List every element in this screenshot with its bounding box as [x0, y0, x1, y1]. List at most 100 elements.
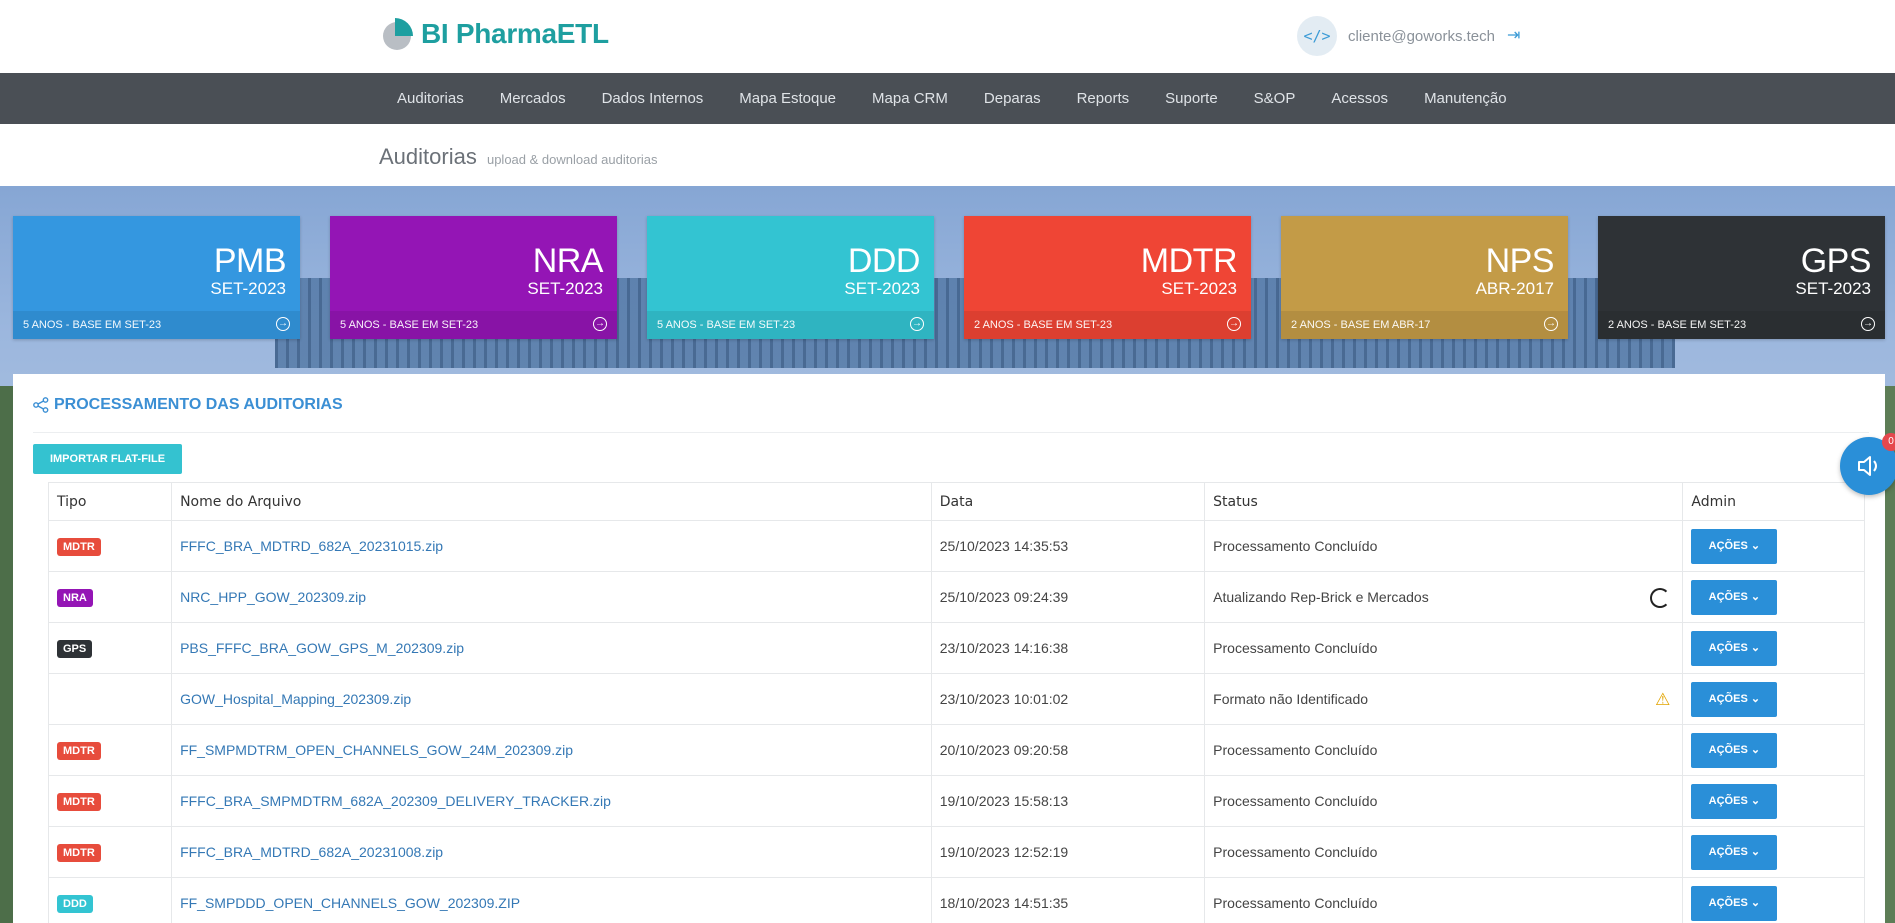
arrow-right-icon[interactable]: → — [276, 317, 290, 331]
cell-status: Processamento Concluído — [1204, 775, 1684, 827]
card-footer: 5 ANOS - BASE EM SET-23 → — [330, 311, 617, 339]
panel-title: PROCESSAMENTO DAS AUDITORIAS — [33, 396, 343, 414]
arrow-right-icon[interactable]: → — [1861, 317, 1875, 331]
audit-card-gps[interactable]: GPS SET-2023 2 ANOS - BASE EM SET-23 → — [1598, 216, 1885, 339]
card-footer-text: 2 ANOS - BASE EM SET-23 — [1608, 319, 1747, 331]
card-footer: 2 ANOS - BASE EM SET-23 → — [964, 311, 1251, 339]
nav-item-mapa-estoque[interactable]: Mapa Estoque — [721, 73, 854, 124]
type-badge: GPS — [57, 639, 93, 658]
chevron-down-icon: ⌄ — [1750, 539, 1761, 552]
arrow-right-icon[interactable]: → — [1227, 317, 1241, 331]
table-row: MDTR FFFC_BRA_MDTRD_682A_20231015.zip 25/1… — [47, 520, 1865, 572]
card-footer-text: 5 ANOS - BASE EM SET-23 — [340, 319, 479, 331]
tree-left — [0, 386, 14, 923]
audit-card-pmb[interactable]: PMB SET-2023 5 ANOS - BASE EM SET-23 → — [13, 216, 300, 339]
type-badge: MDTR — [57, 537, 101, 556]
nav-item-mercados[interactable]: Mercados — [482, 73, 584, 124]
file-link[interactable]: PBS_FFFC_BRA_GOW_GPS_M_202309.zip — [171, 622, 932, 674]
actions-dropdown-button[interactable]: AÇÕES ⌄ — [1691, 630, 1778, 666]
cell-admin: AÇÕES ⌄ — [1682, 826, 1865, 878]
card-footer: 2 ANOS - BASE EM ABR-17 → — [1281, 311, 1568, 339]
cell-date: 19/10/2023 15:58:13 — [930, 775, 1206, 827]
status-text: Processamento Concluído — [1213, 895, 1378, 911]
actions-dropdown-button[interactable]: AÇÕES ⌄ — [1691, 528, 1778, 564]
cell-tipo — [47, 673, 173, 725]
nav-item-dados-internos[interactable]: Dados Internos — [584, 73, 722, 124]
cell-tipo: DDD — [47, 877, 173, 923]
audit-card-mdtr[interactable]: MDTR SET-2023 2 ANOS - BASE EM SET-23 → — [964, 216, 1251, 339]
page-title-text: Auditorias — [379, 144, 477, 169]
chevron-down-icon: ⌄ — [1750, 590, 1761, 603]
nav-item-s-op[interactable]: S&OP — [1236, 73, 1314, 124]
table-row: NRA NRC_HPP_GOW_202309.zip 25/10/2023 09:2… — [47, 571, 1865, 623]
cell-tipo: NRA — [47, 571, 173, 623]
type-badge: DDD — [57, 894, 93, 913]
nav-item-reports[interactable]: Reports — [1059, 73, 1148, 124]
actions-dropdown-button[interactable]: AÇÕES ⌄ — [1691, 783, 1778, 819]
nav-item-suporte[interactable]: Suporte — [1147, 73, 1236, 124]
cell-status: Formato não Identificado ⚠ — [1204, 673, 1684, 725]
file-link[interactable]: FFFC_BRA_MDTRD_682A_20231015.zip — [171, 520, 932, 572]
logout-icon[interactable]: ⇥ — [1507, 28, 1523, 44]
actions-dropdown-button[interactable]: AÇÕES ⌄ — [1691, 834, 1778, 870]
actions-label: AÇÕES — [1708, 743, 1748, 756]
logo-icon — [383, 18, 415, 50]
top-header: BI PharmaETL </> cliente@goworks.tech ⇥ — [0, 0, 1895, 73]
card-date: SET-2023 — [844, 279, 920, 298]
actions-label: AÇÕES — [1708, 539, 1748, 552]
file-link[interactable]: FFFC_BRA_SMPMDTRM_682A_202309_DELIVERY_T… — [171, 775, 932, 827]
actions-dropdown-button[interactable]: AÇÕES ⌄ — [1691, 732, 1778, 768]
audit-card-ddd[interactable]: DDD SET-2023 5 ANOS - BASE EM SET-23 → — [647, 216, 934, 339]
card-code: MDTR — [1140, 242, 1238, 280]
loading-spinner-icon — [1650, 588, 1671, 608]
warning-icon: ⚠ — [1655, 690, 1671, 709]
audit-card-nra[interactable]: NRA SET-2023 5 ANOS - BASE EM SET-23 → — [330, 216, 617, 339]
card-code: DDD — [847, 242, 921, 280]
actions-dropdown-button[interactable]: AÇÕES ⌄ — [1691, 681, 1778, 717]
card-footer: 5 ANOS - BASE EM SET-23 → — [13, 311, 300, 339]
nav-item-manuten-o[interactable]: Manutenção — [1406, 73, 1525, 124]
actions-dropdown-button[interactable]: AÇÕES ⌄ — [1691, 579, 1778, 615]
cell-tipo: MDTR — [47, 520, 173, 572]
status-text: Processamento Concluído — [1213, 742, 1378, 758]
processing-panel: PROCESSAMENTO DAS AUDITORIAS IMPORTAR FL… — [13, 374, 1885, 923]
cell-admin: AÇÕES ⌄ — [1682, 775, 1865, 827]
actions-label: AÇÕES — [1708, 641, 1748, 654]
file-link[interactable]: FFFC_BRA_MDTRD_682A_20231008.zip — [171, 826, 932, 878]
cell-status: Processamento Concluído — [1204, 826, 1684, 878]
arrow-right-icon[interactable]: → — [593, 317, 607, 331]
nav-item-acessos[interactable]: Acessos — [1313, 73, 1406, 124]
arrow-right-icon[interactable]: → — [1544, 317, 1558, 331]
cell-admin: AÇÕES ⌄ — [1682, 520, 1865, 572]
arrow-right-icon[interactable]: → — [910, 317, 924, 331]
file-link[interactable]: GOW_Hospital_Mapping_202309.zip — [171, 673, 932, 725]
cell-date: 18/10/2023 14:51:35 — [930, 877, 1206, 923]
file-link[interactable]: FF_SMPMDTRM_OPEN_CHANNELS_GOW_24M_202309… — [171, 724, 932, 776]
code-icon[interactable]: </> — [1297, 16, 1337, 56]
cell-admin: AÇÕES ⌄ — [1682, 571, 1865, 623]
app-logo[interactable]: BI PharmaETL — [383, 18, 609, 50]
cell-tipo: GPS — [47, 622, 173, 674]
card-footer: 2 ANOS - BASE EM SET-23 → — [1598, 311, 1885, 339]
column-header-status: Status — [1204, 482, 1684, 521]
actions-label: AÇÕES — [1708, 845, 1748, 858]
audit-card-nps[interactable]: NPS ABR-2017 2 ANOS - BASE EM ABR-17 → — [1281, 216, 1568, 339]
page-subtitle: upload & download auditorias — [486, 152, 658, 167]
file-link[interactable]: FF_SMPDDD_OPEN_CHANNELS_GOW_202309.ZIP — [171, 877, 932, 923]
cell-admin: AÇÕES ⌄ — [1682, 724, 1865, 776]
nav-item-auditorias[interactable]: Auditorias — [379, 73, 482, 124]
actions-label: AÇÕES — [1708, 794, 1748, 807]
import-flat-file-button[interactable]: IMPORTAR FLAT-FILE — [33, 444, 182, 474]
cell-admin: AÇÕES ⌄ — [1682, 622, 1865, 674]
actions-dropdown-button[interactable]: AÇÕES ⌄ — [1691, 885, 1778, 921]
card-date: SET-2023 — [1161, 279, 1237, 298]
type-badge: NRA — [57, 588, 93, 607]
cell-tipo: MDTR — [47, 826, 173, 878]
nav-item-deparas[interactable]: Deparas — [966, 73, 1059, 124]
table-row: MDTR FFFC_BRA_SMPMDTRM_682A_202309_DELIVE… — [47, 775, 1865, 827]
cell-tipo: MDTR — [47, 724, 173, 776]
nav-item-mapa-crm[interactable]: Mapa CRM — [854, 73, 966, 124]
file-link[interactable]: NRC_HPP_GOW_202309.zip — [171, 571, 932, 623]
column-header-tipo: Tipo — [47, 482, 173, 521]
status-text: Processamento Concluído — [1213, 844, 1378, 860]
